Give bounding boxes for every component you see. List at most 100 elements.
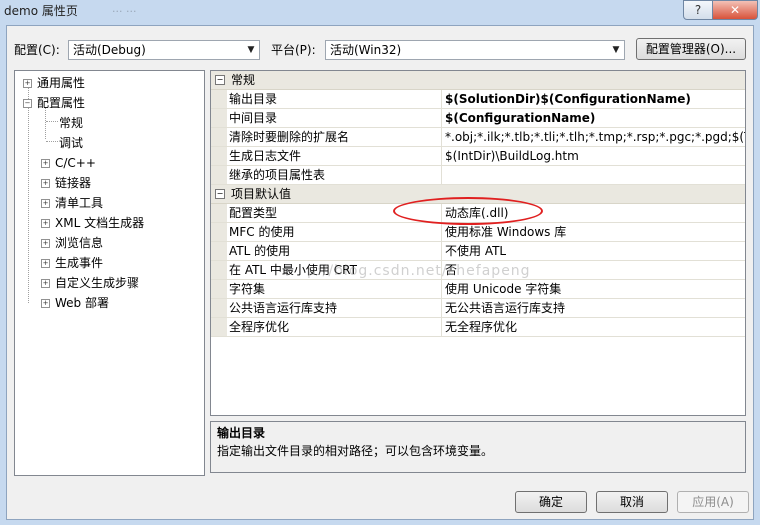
tree-item[interactable]: + 生成事件 — [41, 253, 103, 273]
grid-row-gutter — [211, 299, 227, 317]
chevron-down-icon: ▼ — [612, 45, 620, 55]
tree-item[interactable]: + 浏览信息 — [41, 233, 103, 253]
grid-row-gutter — [211, 90, 227, 108]
property-name: 全程序优化 — [229, 318, 442, 336]
grid-row[interactable]: 中间目录 $(ConfigurationName) — [211, 109, 745, 128]
tree-item-label: 浏览信息 — [55, 236, 104, 250]
tree-item[interactable]: + XML 文档生成器 — [41, 213, 144, 233]
ok-button[interactable]: 确定 — [515, 491, 587, 513]
property-value[interactable]: $(ConfigurationName) — [445, 109, 745, 127]
property-value[interactable]: 使用 Unicode 字符集 — [445, 280, 745, 298]
properties-window: demo 属性页 ... ... ? ✕ 配置(C): 活动(Debug) ▼ … — [0, 0, 760, 525]
tree-item-label: 通用属性 — [37, 76, 86, 90]
grid-row[interactable]: 字符集 使用 Unicode 字符集 — [211, 280, 745, 299]
tree-item-label: 常规 — [59, 116, 84, 130]
config-select-value: 活动(Debug) — [73, 43, 146, 57]
tree-item-label: 调试 — [59, 136, 84, 150]
description-title: 输出目录 — [217, 426, 266, 440]
grid-row[interactable]: 公共语言运行库支持 无公共语言运行库支持 — [211, 299, 745, 318]
collapse-icon[interactable]: − — [215, 189, 225, 199]
tree-item-label: Web 部署 — [55, 296, 109, 310]
tree-item[interactable]: + 通用属性 — [23, 73, 85, 93]
grid-row-gutter — [211, 318, 227, 336]
property-value[interactable] — [445, 166, 745, 184]
tree-item-label: 生成事件 — [55, 256, 104, 270]
tree-item[interactable]: − 配置属性 — [23, 93, 85, 113]
grid-category-title: 常规 — [231, 73, 256, 87]
grid-category-title: 项目默认值 — [231, 187, 292, 201]
highlight-ellipse — [393, 197, 543, 225]
expand-icon[interactable]: + — [41, 219, 50, 228]
property-name: 字符集 — [229, 280, 442, 298]
tree-item-label: 清单工具 — [55, 196, 104, 210]
grid-row-gutter — [211, 204, 227, 222]
grid-row[interactable]: 继承的项目属性表 — [211, 166, 745, 185]
watermark: p://blog.csdn.net/chefapeng — [307, 263, 531, 279]
description-panel: 输出目录 指定输出文件目录的相对路径；可以包含环境变量。 — [210, 421, 746, 473]
collapse-icon[interactable]: − — [215, 75, 225, 85]
property-name: MFC 的使用 — [229, 223, 442, 241]
grid-row-gutter — [211, 128, 227, 146]
grid-row-gutter — [211, 242, 227, 260]
tree-item-label: 链接器 — [55, 176, 92, 190]
expand-icon[interactable]: + — [41, 159, 50, 168]
property-name: 输出目录 — [229, 90, 442, 108]
property-grid[interactable]: − 常规 输出目录 $(SolutionDir)$(ConfigurationName… — [210, 70, 746, 416]
platform-select[interactable]: 活动(Win32) ▼ — [325, 40, 625, 60]
grid-row[interactable]: MFC 的使用 使用标准 Windows 库 — [211, 223, 745, 242]
property-name: 生成日志文件 — [229, 147, 442, 165]
tree-item[interactable]: + 清单工具 — [41, 193, 103, 213]
grid-row-gutter — [211, 109, 227, 127]
property-name: 中间目录 — [229, 109, 442, 127]
tree-item-label: C/C++ — [55, 156, 96, 170]
grid-row[interactable]: 生成日志文件 $(IntDir)\BuildLog.htm — [211, 147, 745, 166]
config-manager-button[interactable]: 配置管理器(O)... — [636, 38, 746, 60]
expand-icon[interactable]: + — [41, 299, 50, 308]
tree-item[interactable]: 调试 — [45, 133, 83, 153]
window-title-ghost: ... ... — [112, 2, 137, 15]
expand-icon[interactable]: + — [41, 279, 50, 288]
cancel-button[interactable]: 取消 — [596, 491, 668, 513]
expand-icon[interactable]: + — [41, 259, 50, 268]
property-value[interactable]: 无全程序优化 — [445, 318, 745, 336]
tree-item[interactable]: + Web 部署 — [41, 293, 109, 313]
expand-icon[interactable]: + — [41, 199, 50, 208]
grid-row-gutter — [211, 280, 227, 298]
grid-row[interactable]: 输出目录 $(SolutionDir)$(ConfigurationName) — [211, 90, 745, 109]
property-name: ATL 的使用 — [229, 242, 442, 260]
tree-item[interactable]: + 自定义生成步骤 — [41, 273, 139, 293]
property-name: 继承的项目属性表 — [229, 166, 442, 184]
description-text: 指定输出文件目录的相对路径；可以包含环境变量。 — [217, 444, 494, 458]
grid-row-gutter — [211, 261, 227, 279]
property-value[interactable]: 无公共语言运行库支持 — [445, 299, 745, 317]
grid-category[interactable]: − 常规 — [211, 71, 745, 90]
property-value[interactable]: 使用标准 Windows 库 — [445, 223, 745, 241]
collapse-icon[interactable]: − — [23, 99, 32, 108]
expand-icon[interactable]: + — [41, 239, 50, 248]
platform-select-value: 活动(Win32) — [330, 43, 402, 57]
grid-row[interactable]: ATL 的使用 不使用 ATL — [211, 242, 745, 261]
property-value[interactable]: $(SolutionDir)$(ConfigurationName) — [445, 90, 745, 108]
property-name: 公共语言运行库支持 — [229, 299, 442, 317]
grid-row[interactable]: 全程序优化 无全程序优化 — [211, 318, 745, 337]
config-select[interactable]: 活动(Debug) ▼ — [68, 40, 260, 60]
chevron-down-icon: ▼ — [247, 45, 255, 55]
grid-row[interactable]: 清除时要删除的扩展名 *.obj;*.ilk;*.tlb;*.tli;*.tlh;… — [211, 128, 745, 147]
tree-item-label: XML 文档生成器 — [55, 216, 145, 230]
title-bar[interactable]: demo 属性页 ... ... ? ✕ — [0, 0, 760, 22]
grid-row-gutter — [211, 223, 227, 241]
tree-item[interactable]: + C/C++ — [41, 153, 96, 173]
tree-item[interactable]: 常规 — [45, 113, 83, 133]
help-button[interactable]: ? — [683, 0, 713, 20]
grid-row-gutter — [211, 166, 227, 184]
property-value[interactable]: *.obj;*.ilk;*.tlb;*.tli;*.tlh;*.tmp;*.rs… — [445, 128, 745, 146]
apply-button[interactable]: 应用(A) — [677, 491, 749, 513]
grid-row-gutter — [211, 147, 227, 165]
expand-icon[interactable]: + — [41, 179, 50, 188]
expand-icon[interactable]: + — [23, 79, 32, 88]
property-tree[interactable]: + 通用属性 − 配置属性 常规 调试 + C/C++ + 链接器 + 清单工具 + XML 文档生成器 +… — [14, 70, 205, 476]
close-button[interactable]: ✕ — [712, 0, 758, 20]
tree-item[interactable]: + 链接器 — [41, 173, 91, 193]
property-value[interactable]: $(IntDir)\BuildLog.htm — [445, 147, 745, 165]
property-value[interactable]: 不使用 ATL — [445, 242, 745, 260]
